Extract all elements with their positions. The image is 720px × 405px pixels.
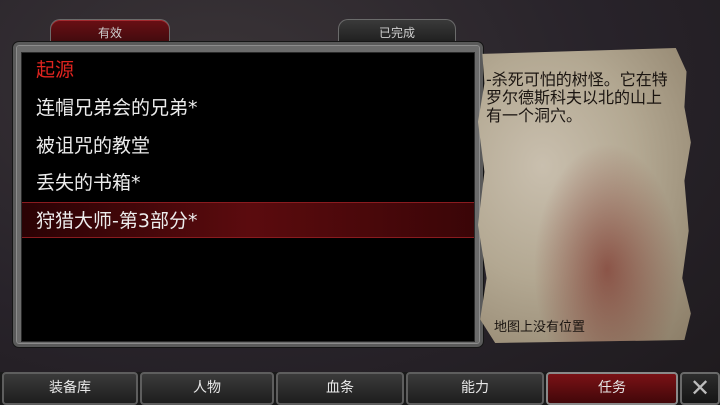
quest-location: 地图上没有位置 [494,320,586,335]
nav-character-button[interactable]: 人物 [140,372,274,405]
quest-item[interactable]: 丢失的书箱* [22,165,474,201]
nav-health-button[interactable]: 血条 [276,372,404,405]
nav-abilities-button[interactable]: 能力 [406,372,544,405]
quest-item[interactable]: 连帽兄弟会的兄弟* [22,90,474,126]
quest-item-selected[interactable]: 狩猎大师-第3部分* [22,202,474,238]
nav-inventory-button[interactable]: 装备库 [2,372,138,405]
close-icon[interactable]: ✕ [680,372,720,405]
quest-item[interactable]: 起源 [22,52,474,88]
quest-item[interactable]: 被诅咒的教堂 [22,128,474,164]
nav-quests-button[interactable]: 任务 [546,372,678,405]
quest-description: -杀死可怕的树怪。它在特罗尔德斯科夫以北的山上有一个洞穴。 [486,70,668,125]
quest-detail-parchment: -杀死可怕的树怪。它在特罗尔德斯科夫以北的山上有一个洞穴。 地图上没有位置 [478,48,693,343]
